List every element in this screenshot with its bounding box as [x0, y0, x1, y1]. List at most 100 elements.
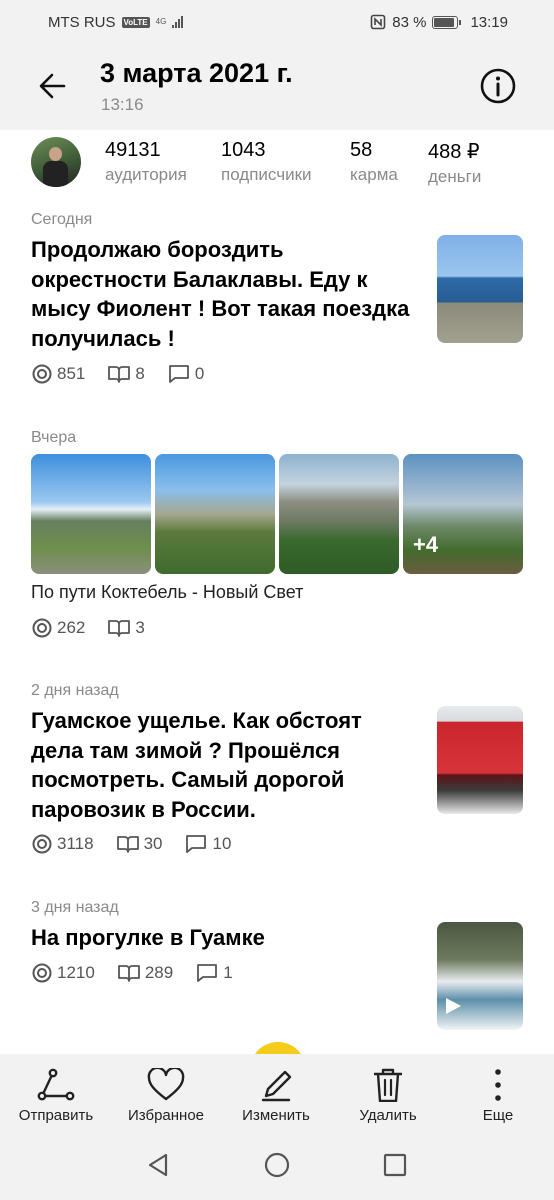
more-button[interactable]: Еще [443, 1054, 553, 1130]
book-icon [116, 836, 139, 853]
nfc-icon [370, 14, 386, 30]
carrier-name: MTS RUS [48, 13, 116, 31]
views-metric: 3118 [31, 833, 94, 855]
share-label: Отправить [18, 1107, 94, 1124]
page-title: 3 марта 2021 г. [100, 58, 293, 88]
reads-metric: 30 [116, 834, 163, 854]
avatar[interactable] [31, 137, 81, 187]
stat-label: деньги [428, 167, 482, 186]
views-count: 262 [57, 618, 86, 637]
stat-karma: 58 карма [350, 139, 398, 185]
post-metrics: 851 8 0 [31, 363, 226, 385]
eye-icon [32, 618, 52, 638]
post-title[interactable]: Продолжаю бороздить окрестности Балаклав… [31, 235, 411, 353]
gallery-title[interactable]: По пути Коктебель - Новый Свет [31, 582, 303, 603]
pencil-icon [261, 1070, 292, 1102]
header: 3 марта 2021 г. 13:16 [0, 44, 554, 130]
comments-metric: 1 [195, 963, 233, 983]
clock: 13:19 [470, 13, 508, 31]
edit-label: Изменить [242, 1107, 310, 1124]
gallery-photo[interactable] [155, 454, 275, 574]
post-metrics: 1210 289 1 [31, 962, 255, 984]
network-type: 4G [155, 17, 167, 26]
gallery-photo[interactable] [31, 454, 151, 574]
book-icon [108, 620, 131, 637]
gallery-metrics: 262 3 [31, 617, 167, 639]
edit-button[interactable]: Изменить [221, 1054, 331, 1130]
post-title[interactable]: Гуамское ущелье. Как обстоят дела там зи… [31, 706, 411, 824]
stat-label: аудитория [105, 165, 187, 184]
page-subtitle-time: 13:16 [101, 95, 144, 114]
reads-metric: 3 [107, 618, 145, 638]
comments-count: 1 [223, 963, 233, 982]
post-metrics: 3118 30 10 [31, 833, 253, 855]
reads-count: 30 [143, 834, 163, 853]
share-button[interactable]: Отправить [1, 1054, 111, 1130]
more-vertical-icon [495, 1069, 501, 1101]
signal-icon [172, 16, 184, 28]
gallery-date: Вчера [31, 429, 77, 446]
stat-value: 1043 [221, 139, 266, 161]
system-nav-bar [0, 1130, 554, 1200]
heart-icon [147, 1068, 185, 1101]
reads-count: 3 [135, 618, 145, 637]
reads-count: 8 [135, 364, 145, 383]
gallery-photo[interactable]: +4 [403, 454, 523, 574]
comments-count: 0 [194, 364, 205, 383]
nav-recents-icon[interactable] [382, 1152, 408, 1178]
post-title[interactable]: На прогулке в Гуамке [31, 923, 411, 953]
post-date: Сегодня [31, 211, 93, 228]
trash-icon [374, 1068, 402, 1102]
book-icon [117, 965, 140, 982]
delete-button[interactable]: Удалить [333, 1054, 443, 1130]
stat-value: 58 [350, 139, 373, 161]
comments-metric: 10 [184, 834, 231, 854]
share-icon [37, 1068, 75, 1101]
favorite-label: Избранное [127, 1107, 205, 1124]
views-count: 851 [57, 364, 86, 383]
gallery-photo[interactable] [279, 454, 399, 574]
more-label: Еще [482, 1107, 514, 1124]
eye-icon [32, 963, 52, 983]
post-thumbnail[interactable] [437, 706, 523, 814]
comments-count: 10 [212, 834, 232, 853]
reads-metric: 289 [117, 963, 173, 983]
reads-count: 289 [144, 963, 174, 982]
info-circle-icon[interactable] [478, 66, 518, 106]
book-icon [108, 366, 131, 383]
favorite-button[interactable]: Избранное [111, 1054, 221, 1130]
stat-value: 488 ₽ [428, 141, 480, 163]
nav-home-icon[interactable] [264, 1152, 290, 1178]
views-metric: 1210 [31, 962, 95, 984]
stat-label: карма [350, 165, 398, 184]
nav-back-icon[interactable] [145, 1152, 171, 1178]
stat-label: подписчики [221, 165, 312, 184]
battery-percent: 83 % [392, 13, 427, 31]
stat-audience: 49131 аудитория [105, 139, 187, 185]
stat-value: 49131 [105, 139, 161, 161]
views-metric: 851 [31, 363, 85, 385]
eye-icon [32, 834, 52, 854]
stat-subscribers: 1043 подписчики [221, 139, 312, 185]
views-count: 1210 [57, 963, 95, 982]
comment-icon [197, 964, 218, 982]
delete-label: Удалить [359, 1107, 417, 1124]
more-photos-count: +4 [403, 454, 523, 574]
views-count: 3118 [57, 834, 94, 853]
bottom-toolbar: Отправить Избранное Изменить Удалить Еще [0, 1054, 554, 1130]
stat-money: 488 ₽ деньги [428, 139, 481, 187]
arrow-left-icon[interactable] [34, 66, 74, 106]
comment-icon [168, 365, 189, 383]
play-icon [446, 998, 461, 1014]
eye-icon [32, 364, 52, 384]
status-bar: MTS RUS VoLTE 4G 83 % 13:19 [0, 0, 554, 44]
comments-metric: 0 [167, 364, 204, 384]
comment-icon [186, 835, 207, 853]
post-thumbnail[interactable] [437, 922, 523, 1030]
post-date: 2 дня назад [31, 682, 119, 699]
reads-metric: 8 [107, 364, 145, 384]
post-thumbnail[interactable] [437, 235, 523, 343]
battery-icon [432, 15, 462, 29]
volte-badge: VoLTE [121, 16, 150, 28]
views-metric: 262 [31, 617, 85, 639]
